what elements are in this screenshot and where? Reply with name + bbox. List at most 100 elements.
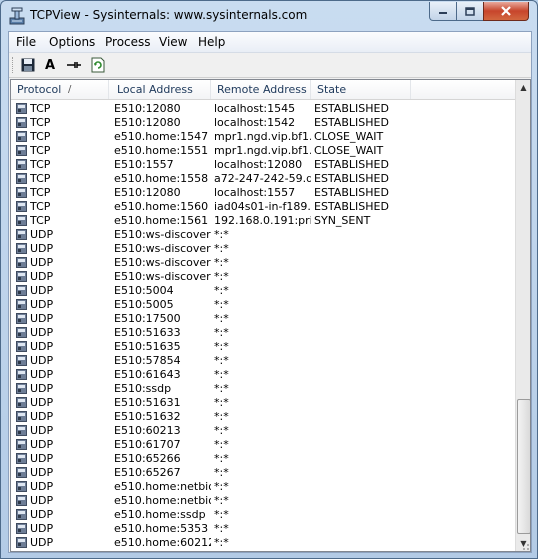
- protocol-icon: [16, 215, 27, 226]
- cell-local-address: E510:ws-discovery: [114, 242, 211, 255]
- protocol-icon: [16, 285, 27, 296]
- column-header-state[interactable]: State: [311, 80, 411, 99]
- cell-remote-address: 192.168.0.191:pri...: [214, 214, 311, 227]
- table-row[interactable]: UDP E510:ws-discovery *:*: [11, 242, 515, 256]
- table-row[interactable]: UDP E510:61707 *:*: [11, 438, 515, 452]
- protocol-icon: [16, 117, 27, 128]
- cell-state: SYN_SENT: [314, 214, 371, 227]
- cell-protocol: UDP: [30, 242, 54, 255]
- cell-protocol: UDP: [30, 312, 54, 325]
- protocol-icon: [16, 495, 27, 506]
- tcpview-app-icon: [9, 7, 25, 25]
- table-row[interactable]: UDP e510.home:60212 *:*: [11, 536, 515, 550]
- table-row[interactable]: UDP e510.home:ssdp *:*: [11, 508, 515, 522]
- toolbar-grip[interactable]: [12, 57, 16, 73]
- scroll-up-button[interactable]: ▲: [516, 80, 530, 95]
- cell-local-address: E510:65266: [114, 452, 181, 465]
- table-row[interactable]: TCP E510:12080 localhost:1557 ESTABLISHED: [11, 186, 515, 200]
- protocol-icon: [16, 145, 27, 156]
- cell-state: [314, 242, 410, 256]
- tcpview-window: TCPView - Sysinternals: www.sysinternals…: [0, 0, 538, 559]
- cell-state: ESTABLISHED: [314, 158, 389, 171]
- table-row[interactable]: TCP E510:12080 localhost:1542 ESTABLISHED: [11, 116, 515, 130]
- table-row[interactable]: UDP E510:51635 *:*: [11, 340, 515, 354]
- table-row[interactable]: TCP e510.home:1560 iad04s01-in-f189.1...ES…: [11, 200, 515, 214]
- table-row[interactable]: UDP E510:5005 *:*: [11, 298, 515, 312]
- cell-protocol: UDP: [30, 256, 54, 269]
- cell-protocol: UDP: [30, 228, 54, 241]
- cell-protocol: TCP: [30, 172, 51, 185]
- cell-local-address: E510:ws-discovery: [114, 270, 211, 283]
- table-row[interactable]: TCP e510.home:1561 192.168.0.191:pri...SYN…: [11, 214, 515, 228]
- table-row[interactable]: UDP E510:57854 *:*: [11, 354, 515, 368]
- minimize-button[interactable]: [429, 2, 457, 21]
- table-row[interactable]: UDP E510:51631 *:*: [11, 396, 515, 410]
- maximize-button[interactable]: [456, 2, 484, 21]
- column-header-protocol[interactable]: Protocol /: [11, 80, 109, 99]
- connect-button[interactable]: [65, 56, 83, 74]
- cell-remote-address: *:*: [214, 438, 229, 451]
- cell-protocol: UDP: [30, 424, 54, 437]
- connections-list[interactable]: Protocol / Local Address Remote Address …: [10, 79, 531, 552]
- cell-remote-address: *:*: [214, 396, 229, 409]
- table-row[interactable]: UDP E510:ws-discovery *:*: [11, 270, 515, 284]
- column-header-local-address[interactable]: Local Address: [111, 80, 211, 99]
- protocol-icon: [16, 369, 27, 380]
- table-row[interactable]: TCP e510.home:1547 mpr1.ngd.vip.bf1.y...CL…: [11, 130, 515, 144]
- table-row[interactable]: UDP E510:65266 *:*: [11, 452, 515, 466]
- menu-help[interactable]: Help: [198, 34, 225, 50]
- cell-remote-address: localhost:1545: [214, 102, 296, 115]
- table-row[interactable]: UDP E510:51632 *:*: [11, 410, 515, 424]
- cell-protocol: UDP: [30, 284, 54, 297]
- table-row[interactable]: TCP E510:1557 localhost:12080 ESTABLISHED: [11, 158, 515, 172]
- menu-view[interactable]: View: [159, 34, 187, 50]
- cell-local-address: E510:12080: [114, 102, 181, 115]
- column-header-remote-address[interactable]: Remote Address: [211, 80, 311, 99]
- cell-state: [314, 284, 410, 298]
- cell-local-address: E510:51633: [114, 326, 181, 339]
- protocol-icon: [16, 411, 27, 422]
- cell-local-address: E510:ws-discovery: [114, 256, 211, 269]
- table-row[interactable]: UDP E510:61643 *:*: [11, 368, 515, 382]
- table-row[interactable]: UDP E510:5004 *:*: [11, 284, 515, 298]
- vertical-scrollbar[interactable]: ▲ ▼: [515, 80, 530, 551]
- client-area: File Options Process View Help A Protoco…: [8, 31, 532, 553]
- table-row[interactable]: UDP e510.home:netbio...*:*: [11, 494, 515, 508]
- protocol-icon: [16, 383, 27, 394]
- table-row[interactable]: TCP e510.home:1558 a72-247-242-59.d...ESTA…: [11, 172, 515, 186]
- table-row[interactable]: UDP E510:65267 *:*: [11, 466, 515, 480]
- title-bar[interactable]: TCPView - Sysinternals: www.sysinternals…: [1, 1, 537, 31]
- cell-state: [314, 410, 410, 424]
- table-row[interactable]: UDP E510:60213 *:*: [11, 424, 515, 438]
- refresh-button[interactable]: [89, 56, 107, 74]
- cell-local-address: e510.home:ssdp: [114, 508, 206, 521]
- table-row[interactable]: UDP E510:ws-discovery *:*: [11, 256, 515, 270]
- table-row[interactable]: UDP E510:17500 *:*: [11, 312, 515, 326]
- protocol-icon: [16, 439, 27, 450]
- table-row[interactable]: UDP E510:ws-discovery *:*: [11, 228, 515, 242]
- column-state-label: State: [317, 83, 347, 96]
- save-button[interactable]: [19, 56, 37, 74]
- table-row[interactable]: TCP E510:12080 localhost:1545 ESTABLISHED: [11, 102, 515, 116]
- refresh-icon: [91, 57, 105, 73]
- table-row[interactable]: UDP E510:ssdp *:*: [11, 382, 515, 396]
- table-row[interactable]: UDP E510:51633 *:*: [11, 326, 515, 340]
- close-button[interactable]: [483, 2, 529, 21]
- menu-file[interactable]: File: [16, 34, 36, 50]
- font-icon: A: [44, 57, 56, 73]
- table-row[interactable]: UDP e510.home:netbio...*:*: [11, 480, 515, 494]
- table-row[interactable]: TCP e510.home:1551 mpr1.ngd.vip.bf1.y...CL…: [11, 144, 515, 158]
- scroll-thumb[interactable]: [517, 399, 530, 534]
- cell-state: [314, 480, 410, 494]
- menu-process[interactable]: Process: [105, 34, 151, 50]
- cell-remote-address: *:*: [214, 228, 229, 241]
- protocol-icon: [16, 341, 27, 352]
- cell-remote-address: *:*: [214, 368, 229, 381]
- cell-protocol: TCP: [30, 116, 51, 129]
- table-row[interactable]: UDP e510.home:5353 *:*: [11, 522, 515, 536]
- menu-options[interactable]: Options: [49, 34, 95, 50]
- resize-grip-icon[interactable]: [518, 539, 530, 551]
- font-button[interactable]: A: [41, 56, 59, 74]
- maximize-icon: [465, 6, 475, 16]
- cell-state: ESTABLISHED: [314, 186, 389, 199]
